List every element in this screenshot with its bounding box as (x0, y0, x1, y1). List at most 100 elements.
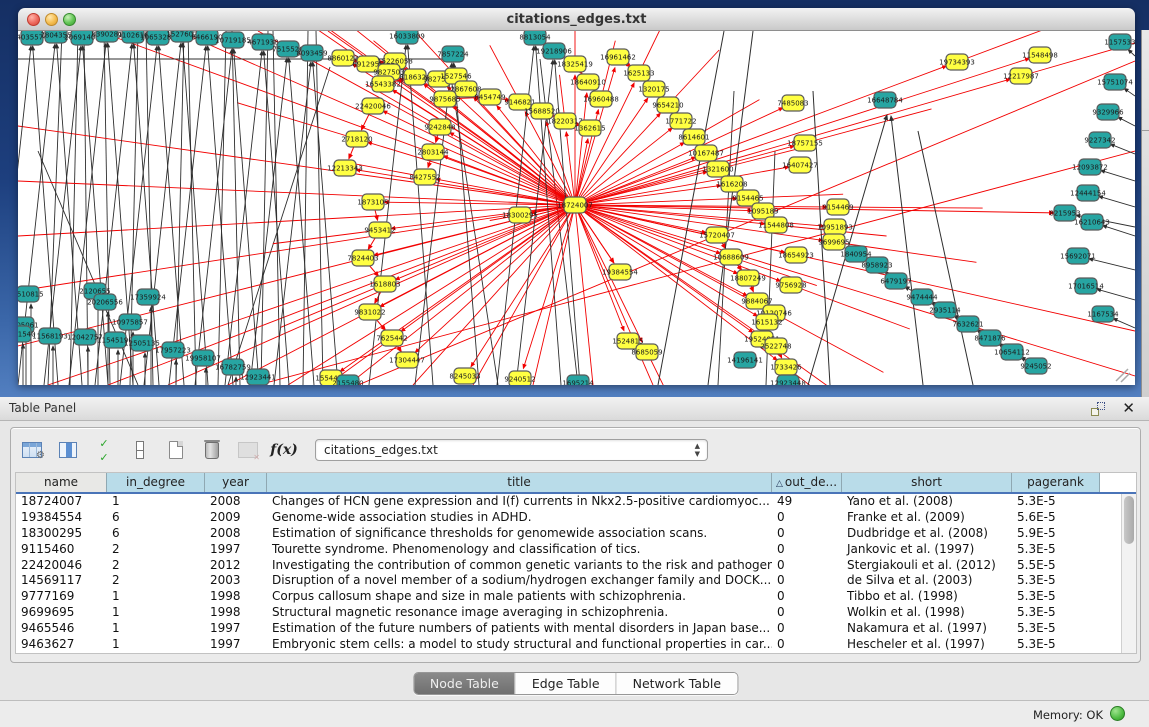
table-cell: 2009 (205, 510, 267, 526)
graph-node-label: 10719185 (215, 37, 251, 45)
graph-node-label: 1695214 (562, 380, 594, 386)
column-header-pagerank[interactable]: pagerank (1012, 473, 1100, 492)
graph-node-label: 16961462 (600, 54, 636, 62)
table-row[interactable]: 977716911998Corpus callosum shape and si… (16, 589, 1121, 605)
column-header-out_de[interactable]: △out_de... (772, 473, 842, 492)
graph-node-label: 7632621 (952, 321, 983, 329)
citation-edge (805, 109, 932, 143)
table-cell: 0 (772, 621, 842, 637)
table-body: 1872400712008Changes of HCN gene express… (16, 494, 1121, 653)
tab-node-table[interactable]: Node Table (414, 673, 515, 694)
graph-node-label: 16210643 (1074, 219, 1110, 227)
column-header-short[interactable]: short (842, 473, 1012, 492)
delete-columns-icon[interactable] (199, 437, 225, 463)
table-selector[interactable]: citations_edges.txt ▲▼ (315, 439, 708, 461)
graph-node-label: 16648784 (867, 97, 903, 105)
graph-node-label: 9242848 (424, 124, 455, 132)
graph-node-label: 1615132 (751, 319, 782, 327)
table-settings-icon[interactable]: ⚙ (19, 437, 45, 463)
citation-edge (1102, 225, 1135, 236)
graph-node-label: 18724007 (557, 202, 593, 210)
table-cell: 2008 (205, 494, 267, 510)
table-cell: 1 (107, 621, 205, 637)
float-panel-icon[interactable] (1091, 402, 1105, 416)
graph-node-label: 15688520 (524, 108, 560, 116)
table-cell: 0 (772, 558, 842, 574)
table-cell: 9777169 (16, 589, 107, 605)
table-row[interactable]: 1830029562008Estimation of significance … (16, 526, 1121, 542)
table-row[interactable]: 946362711997Embryonic stem cells: a mode… (16, 637, 1121, 653)
table-cell: 5.3E-5 (1012, 542, 1100, 558)
graph-node-label: 15692071 (1060, 253, 1096, 261)
tab-edge-table[interactable]: Edge Table (515, 673, 616, 694)
graph-node-label: 2155480 (332, 380, 363, 386)
graph-node-label: 17957223 (155, 347, 191, 355)
scrollbar-thumb[interactable] (1124, 496, 1134, 544)
network-window-titlebar[interactable]: citations_edges.txt (18, 8, 1135, 31)
delete-table-icon[interactable] (235, 437, 261, 463)
table-cell: 0 (772, 637, 842, 653)
graph-node-label: 15751074 (1097, 79, 1133, 87)
graph-node-label: 1771722 (665, 118, 696, 126)
graph-node-label: 1733426 (770, 364, 802, 372)
citation-edge (575, 93, 587, 205)
table-scrollbar[interactable] (1121, 494, 1136, 653)
table-cell: 2 (107, 558, 205, 574)
table-cell: Hescheler et al. (1997) (842, 637, 1012, 653)
citation-edge (261, 31, 268, 385)
table-cell: Embryonic stem cells: a model to study s… (267, 637, 772, 653)
network-canvas[interactable]: 1872400740355747804355206914068390281910… (18, 31, 1135, 385)
table-row[interactable]: 2242004622012Investigating the contribut… (16, 558, 1121, 574)
table-cell: 18724007 (16, 494, 107, 510)
table-row[interactable]: 1938455462009Genome-wide association stu… (16, 510, 1121, 526)
select-columns-icon[interactable]: ✓✓ (91, 437, 117, 463)
create-column-icon[interactable] (163, 437, 189, 463)
table-cell: 0 (772, 605, 842, 621)
graph-node-label: 2718120 (341, 136, 372, 144)
table-header-row: namein_degreeyeartitle△out_de...shortpag… (16, 473, 1136, 494)
graph-node-label: 1840954 (840, 251, 872, 259)
float-panel-square-dotted (1097, 402, 1105, 410)
graph-node-label: 17359924 (130, 294, 166, 302)
table-row[interactable]: 969969511998Structural magnetic resonanc… (16, 605, 1121, 621)
graph-node-label: 1362615 (574, 125, 605, 133)
table-panel: Table Panel ✕ ⚙ ✓✓ f(x) citations_edges.… (0, 397, 1149, 700)
table-row[interactable]: 911546021997Tourette syndrome. Phenomeno… (16, 542, 1121, 558)
table-cell: 5.3E-5 (1012, 605, 1100, 621)
close-panel-icon[interactable]: ✕ (1122, 399, 1135, 417)
citation-edge (313, 62, 338, 385)
table-row[interactable]: 1456911722003Disruption of a novel membe… (16, 573, 1121, 589)
column-header-in_degree[interactable]: in_degree (107, 473, 205, 492)
citation-edge (450, 71, 498, 385)
table-cell: Estimation of significance thresholds fo… (267, 526, 772, 542)
status-bar: Memory: OK (0, 700, 1149, 727)
graph-node-label: 9875685 (429, 96, 460, 104)
function-builder-icon[interactable]: f(x) (271, 437, 297, 463)
table-cell: 5.9E-5 (1012, 526, 1100, 542)
graph-node-label: 1157533 (1104, 39, 1135, 47)
column-header-year[interactable]: year (205, 473, 267, 492)
combo-arrows-icon: ▲▼ (695, 442, 700, 458)
table-cell: 0 (772, 573, 842, 589)
graph-node-label: 19734393 (939, 59, 975, 67)
graph-node-label: 12444154 (1070, 190, 1106, 198)
column-header-title[interactable]: title (267, 473, 772, 492)
table-cell: 6 (107, 510, 205, 526)
graph-node-label: 2803144 (417, 149, 449, 157)
table-cell: 49 (772, 494, 842, 510)
table-row[interactable]: 946554611997Estimation of the future num… (16, 621, 1121, 637)
graph-node-label: 17016514 (1068, 283, 1104, 291)
citation-edge (208, 46, 233, 385)
tab-network-table[interactable]: Network Table (616, 673, 738, 694)
table-cell: Franke et al. (2009) (842, 510, 1012, 526)
table-cell: 5.3E-5 (1012, 573, 1100, 589)
row-height-icon[interactable] (127, 437, 153, 463)
show-columns-icon[interactable] (55, 437, 81, 463)
citation-edge (1101, 170, 1135, 181)
table-row[interactable]: 1872400712008Changes of HCN gene express… (16, 494, 1121, 510)
graph-node-label: 2522748 (760, 343, 791, 351)
table-cell: Disruption of a novel member of a sodium… (267, 573, 772, 589)
citation-edge (316, 31, 323, 385)
table-cell: 5.3E-5 (1012, 589, 1100, 605)
column-header-name[interactable]: name (16, 473, 107, 492)
